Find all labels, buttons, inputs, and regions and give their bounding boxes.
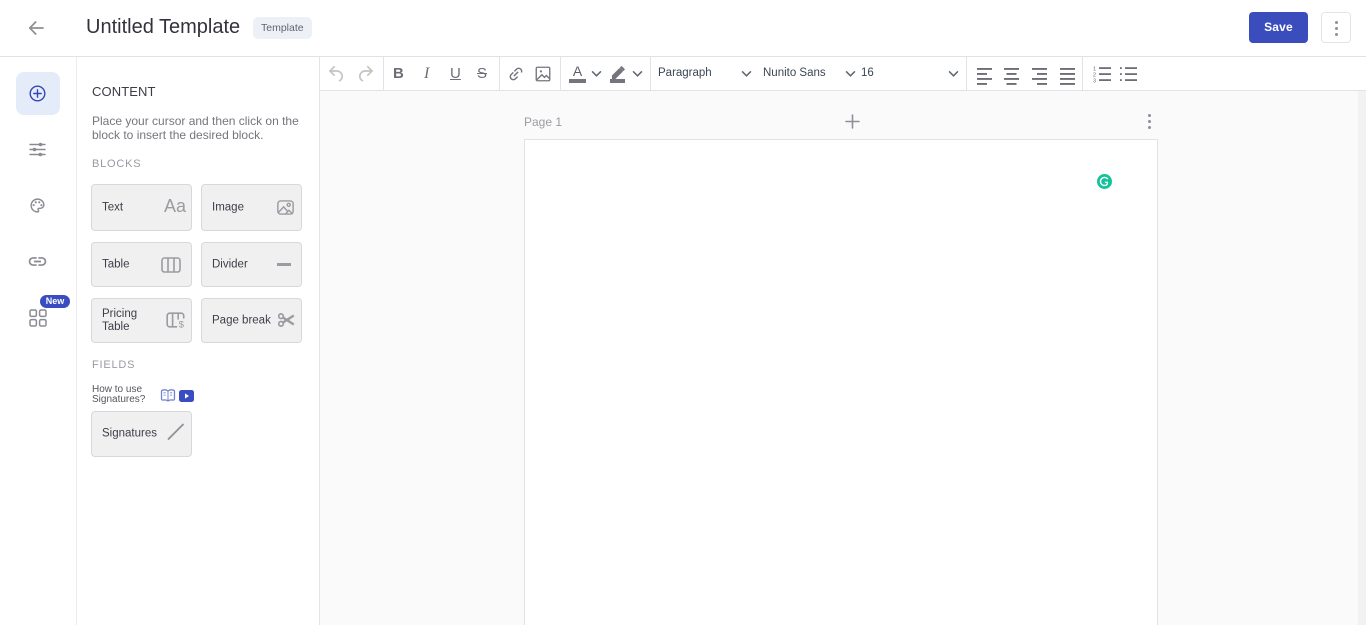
svg-text:3: 3	[1093, 79, 1096, 84]
svg-text:$: $	[179, 319, 185, 328]
